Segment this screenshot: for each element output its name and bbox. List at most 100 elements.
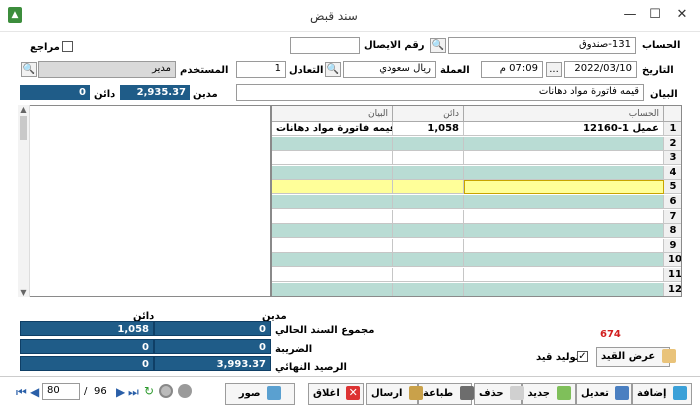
print-button[interactable]: طباعة bbox=[418, 383, 474, 405]
print-label: طباعة bbox=[423, 388, 454, 399]
final-credit-value: 0 bbox=[20, 356, 154, 371]
table-row[interactable]: 7 bbox=[272, 209, 681, 224]
rate-field[interactable]: 1 bbox=[236, 61, 286, 78]
cell-statement[interactable] bbox=[272, 195, 393, 209]
currency-search-icon[interactable]: 🔍 bbox=[325, 62, 341, 77]
cell-credit[interactable] bbox=[393, 282, 464, 296]
document-icon bbox=[661, 349, 676, 363]
cell-account[interactable] bbox=[464, 282, 664, 296]
scroll-thumb[interactable] bbox=[20, 116, 27, 140]
refresh-icon[interactable]: ↻ bbox=[144, 384, 154, 398]
currency-field[interactable]: ريال سعودي bbox=[343, 61, 436, 78]
cell-account[interactable] bbox=[464, 224, 664, 239]
record-icon[interactable] bbox=[159, 384, 173, 398]
cell-statement[interactable] bbox=[272, 209, 393, 224]
account-search-icon[interactable]: 🔍 bbox=[430, 38, 446, 53]
col-header-statement[interactable]: البيان bbox=[272, 106, 393, 122]
cell-credit[interactable] bbox=[393, 209, 464, 224]
table-row[interactable]: 2 bbox=[272, 136, 681, 151]
images-button[interactable]: صور bbox=[225, 383, 295, 405]
settings-dot-icon[interactable] bbox=[178, 384, 192, 398]
reviewed-checkbox[interactable] bbox=[62, 41, 73, 52]
col-header-credit[interactable]: دائن bbox=[393, 106, 464, 122]
cell-account[interactable] bbox=[464, 253, 664, 268]
date-label: التاريخ bbox=[642, 65, 674, 76]
table-row[interactable]: 4 bbox=[272, 165, 681, 180]
cell-credit[interactable] bbox=[393, 268, 464, 282]
col-header-account[interactable]: الحساب bbox=[464, 106, 664, 122]
cell-credit[interactable] bbox=[393, 136, 464, 151]
delete-button[interactable]: حذف bbox=[474, 383, 525, 405]
cell-statement[interactable] bbox=[272, 224, 393, 239]
receipt-no-field[interactable] bbox=[290, 37, 360, 54]
table-row[interactable]: 3 bbox=[272, 151, 681, 166]
time-field[interactable]: 07:09 م bbox=[481, 61, 543, 78]
table-row[interactable]: 5 bbox=[272, 180, 681, 195]
cell-credit[interactable] bbox=[393, 238, 464, 253]
cell-credit[interactable] bbox=[393, 180, 464, 195]
table-row[interactable]: 8 bbox=[272, 224, 681, 239]
table-row[interactable]: 6 bbox=[272, 195, 681, 209]
cell-statement[interactable] bbox=[272, 268, 393, 282]
new-button[interactable]: جديد bbox=[522, 383, 576, 405]
printer-icon bbox=[459, 386, 474, 400]
last-record-icon[interactable]: ⏭ bbox=[128, 385, 139, 400]
table-row[interactable]: 9 bbox=[272, 238, 681, 253]
app-icon: ▲ bbox=[8, 7, 22, 23]
total-records: 96 bbox=[94, 386, 107, 397]
cell-credit[interactable] bbox=[393, 151, 464, 166]
current-debit-value: 0 bbox=[154, 321, 271, 336]
cell-statement[interactable] bbox=[272, 282, 393, 296]
cell-statement[interactable] bbox=[272, 165, 393, 180]
cell-credit[interactable] bbox=[393, 195, 464, 209]
entries-grid[interactable]: الحساب دائن البيان 1 12160-عميل 1 1,058 قيم… bbox=[271, 105, 682, 297]
close-button[interactable]: اغلاق ✕ bbox=[308, 383, 364, 405]
cell-account[interactable] bbox=[464, 180, 664, 195]
scroll-down-icon[interactable]: ▼ bbox=[18, 288, 29, 297]
current-record-field[interactable]: 80 bbox=[42, 383, 80, 400]
cell-statement[interactable] bbox=[272, 151, 393, 166]
table-row[interactable]: 12 bbox=[272, 282, 681, 296]
current-total-label: مجموع السند الحالي bbox=[275, 325, 375, 336]
cell-account[interactable]: 12160-عميل 1 bbox=[464, 122, 664, 136]
prev-record-icon[interactable]: ◀ bbox=[30, 385, 39, 399]
cell-account[interactable] bbox=[464, 268, 664, 282]
cell-account[interactable] bbox=[464, 136, 664, 151]
table-row[interactable]: 11 bbox=[272, 268, 681, 282]
credit-label: دائن bbox=[94, 89, 116, 100]
next-record-icon[interactable]: ▶ bbox=[116, 385, 125, 399]
first-record-icon[interactable]: ⏮ bbox=[16, 385, 27, 400]
cell-statement[interactable] bbox=[272, 136, 393, 151]
cell-statement[interactable] bbox=[272, 238, 393, 253]
vertical-scrollbar[interactable]: ▲ ▼ bbox=[18, 105, 30, 297]
show-entry-button[interactable]: عرض القيد bbox=[596, 347, 676, 367]
generate-entry-checkbox[interactable]: ✓ bbox=[577, 351, 588, 362]
cell-account[interactable] bbox=[464, 165, 664, 180]
account-label: الحساب bbox=[642, 40, 681, 51]
row-number: 9 bbox=[664, 238, 681, 253]
close-window-button[interactable]: ✕ bbox=[672, 6, 692, 24]
cell-statement[interactable] bbox=[272, 253, 393, 268]
cell-account[interactable] bbox=[464, 151, 664, 166]
add-button[interactable]: إضافة bbox=[632, 383, 692, 405]
cell-credit[interactable] bbox=[393, 224, 464, 239]
scroll-up-icon[interactable]: ▲ bbox=[18, 105, 29, 114]
cell-credit[interactable] bbox=[393, 253, 464, 268]
cell-statement[interactable] bbox=[272, 180, 393, 195]
date-picker-button[interactable]: ... bbox=[546, 62, 562, 77]
maximize-button[interactable]: ☐ bbox=[645, 6, 665, 24]
minimize-button[interactable]: — bbox=[620, 6, 640, 24]
cell-credit[interactable]: 1,058 bbox=[393, 122, 464, 136]
date-field[interactable]: 2022/03/10 bbox=[564, 61, 637, 78]
edit-button[interactable]: تعديل bbox=[576, 383, 632, 405]
account-field[interactable]: 131-صندوق bbox=[448, 37, 636, 54]
cell-statement[interactable]: قيمه فاتورة مواد دهانات bbox=[272, 122, 393, 136]
cell-credit[interactable] bbox=[393, 165, 464, 180]
cell-account[interactable] bbox=[464, 238, 664, 253]
statement-field[interactable]: قيمه فاتورة مواد دهانات bbox=[236, 84, 644, 101]
cell-account[interactable] bbox=[464, 195, 664, 209]
cell-account[interactable] bbox=[464, 209, 664, 224]
table-row[interactable]: 1 12160-عميل 1 1,058 قيمه فاتورة مواد دهانا… bbox=[272, 122, 681, 136]
send-button[interactable]: ارسال bbox=[366, 383, 423, 405]
table-row[interactable]: 10 bbox=[272, 253, 681, 268]
